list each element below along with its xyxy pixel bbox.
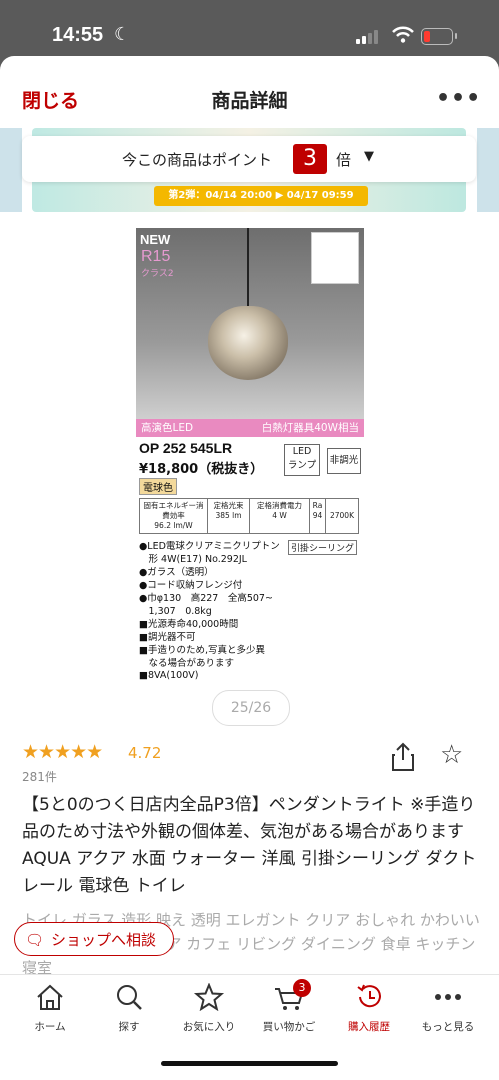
point-text: 今この商品はポイント — [122, 151, 273, 169]
image-pager: 25/26 — [212, 690, 290, 726]
model-number: OP 252 545LR — [139, 440, 233, 456]
nav-favorites[interactable]: お気に入り — [169, 975, 249, 1045]
spec-head: 定格光束 — [213, 501, 244, 510]
rating-value[interactable]: 4.72 — [128, 744, 161, 762]
shop-consult-label: ショップへ相談 — [51, 931, 157, 949]
spec-bullet: ●コード収納フレンジ付 — [139, 580, 243, 591]
status-time: 14:55 — [52, 24, 104, 46]
product-image[interactable]: NEW R15 クラス2 高演色LED 白熱灯器具40W相当 OP 252 54… — [136, 228, 364, 688]
more-dots-icon — [435, 994, 461, 1000]
ceiling-canopy-inset — [311, 232, 359, 284]
spec-bullet: ■手造りのため,写真と多少異 — [139, 645, 265, 656]
shop-consult-button[interactable]: 🗨 ショップへ相談 — [14, 922, 174, 956]
nav-favorites-label: お気に入り — [182, 1021, 236, 1033]
spec-bullet: ●ガラス（透明） — [139, 567, 214, 578]
more-options-icon[interactable]: ••• — [436, 86, 481, 111]
spec-bullet: ■光源寿命40,000時間 — [139, 619, 239, 630]
moon-icon: ☾ — [114, 24, 131, 45]
review-count[interactable]: 281件 — [22, 768, 57, 785]
page-title: 商品詳細 — [211, 90, 288, 112]
nav-purchase-history[interactable]: 購入履歴 — [329, 975, 409, 1045]
spec-bullet: ●LED電球クリアミニクリプトン — [139, 541, 280, 552]
product-photo: NEW R15 クラス2 — [136, 228, 364, 419]
history-icon — [357, 984, 381, 1008]
nav-cart[interactable]: 3 買い物かご — [249, 975, 329, 1045]
led-left-label: 高演色LED — [141, 422, 194, 434]
wifi-icon — [392, 26, 414, 43]
nav-cart-label: 買い物かご — [262, 1021, 316, 1033]
spec-val: 385 lm — [215, 511, 242, 520]
led-right-label: 白熱灯器具40W相当 — [261, 422, 359, 434]
spec-val: 94 — [312, 511, 323, 520]
point-multiplier-badge: 3 — [293, 144, 327, 174]
chat-icon: 🗨 — [25, 931, 45, 949]
spec-val: 4 W — [272, 511, 287, 520]
spec-cell: 2700K — [326, 499, 358, 533]
search-icon — [117, 985, 142, 1010]
banner-ribbon: 第2弾：04/14 20:00 ▶ 04/17 09:59 — [154, 186, 368, 206]
cart-icon — [275, 988, 304, 1010]
home-indicator[interactable] — [161, 1061, 338, 1066]
favorite-star-icon[interactable]: ☆ — [440, 742, 463, 768]
led-lamp-text: LED ランプ — [287, 446, 317, 471]
spec-cell: 定格消費電力 4 W — [250, 499, 310, 533]
spec-bullet: 形 4W(E17) No.292JL — [139, 554, 247, 565]
point-suffix: 倍 — [336, 151, 352, 169]
signal-icon — [356, 30, 382, 44]
non-dimmable-badge: 非調光 — [327, 448, 361, 474]
spec-cell: 固有エネルギー消費効率 96.2 lm/W — [140, 499, 208, 533]
spec-val: 96.2 lm/W — [154, 521, 193, 530]
spec-val: 2700K — [329, 511, 354, 520]
bulb-color-label: 電球色 — [139, 478, 177, 495]
home-icon — [37, 984, 63, 1010]
spec-head: Ra — [312, 501, 323, 510]
star-icon — [193, 983, 225, 1011]
banner-next-peek[interactable] — [477, 128, 499, 212]
battery-icon — [421, 28, 457, 45]
led-lamp-badge: LED ランプ — [284, 444, 320, 476]
point-multiplier-dropdown[interactable]: 今この商品はポイント 3 倍 ▼ — [22, 136, 476, 182]
nav-search[interactable]: 探す — [89, 975, 169, 1045]
spec-bullet: ●巾φ130 高227 全高507~ — [139, 593, 273, 604]
share-icon[interactable] — [390, 742, 416, 772]
glass-shade — [208, 306, 288, 380]
nav-home[interactable]: ホーム — [10, 975, 90, 1045]
spec-cell: Ra 94 — [310, 499, 326, 533]
nav-home-label: ホーム — [34, 1021, 66, 1033]
spec-head: 定格消費電力 — [257, 501, 302, 510]
spec-cell: 定格光束 385 lm — [208, 499, 250, 533]
product-title: 【5と0のつく日店内全品P3倍】ペンダントライト ※手造り品のため寸法や外観の個… — [22, 795, 477, 896]
led-bar: 高演色LED 白熱灯器具40W相当 — [136, 419, 364, 437]
spec-head: 固有エネルギー消費効率 — [143, 501, 204, 520]
new-label: NEW — [140, 232, 171, 247]
pendant-cord — [247, 228, 249, 308]
rating-stars[interactable]: ★★★★★ — [22, 741, 103, 763]
chevron-down-icon: ▼ — [364, 149, 374, 164]
nav-search-label: 探す — [118, 1021, 140, 1033]
spec-bullet: ■調光器不可 — [139, 632, 196, 643]
cart-count-badge: 3 — [293, 979, 311, 997]
header: 閉じる 商品詳細 ••• — [0, 56, 499, 136]
class-label: クラス2 — [141, 269, 174, 279]
spec-table: 固有エネルギー消費効率 96.2 lm/W 定格光束 385 lm 定格消費電力 4 … — [139, 498, 359, 534]
image-price: ¥18,800（税抜き） — [139, 462, 264, 477]
spec-bullet: なる場合があります — [139, 658, 235, 669]
hook-ceiling-label: 引掛シーリング — [288, 540, 358, 555]
status-bar: 14:55 ☾ — [0, 0, 499, 60]
product-detail-sheet: 閉じる 商品詳細 ••• 第2弾：04/14 20:00 ▶ 04/17 09:… — [0, 56, 499, 1080]
banner-prev-peek[interactable] — [0, 128, 22, 212]
nav-purchase-history-label: 購入履歴 — [348, 1021, 390, 1033]
nav-more[interactable]: もっと見る — [408, 975, 488, 1045]
nav-more-label: もっと見る — [421, 1021, 475, 1033]
spec-bullet: ■8VA(100V) — [139, 670, 199, 681]
spec-bullet: 1,307 0.8kg — [139, 606, 212, 617]
r15-label: R15 — [141, 248, 171, 265]
